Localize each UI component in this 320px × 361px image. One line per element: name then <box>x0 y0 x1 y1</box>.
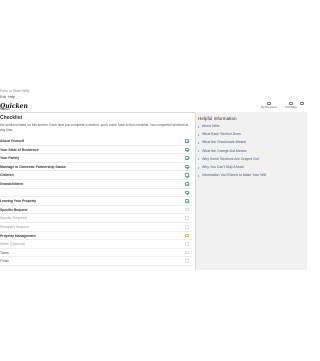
next-icon <box>300 102 304 105</box>
empty-box-icon <box>185 242 189 246</box>
checklist-row[interactable]: Children <box>0 171 192 180</box>
help-panel: Helpful Information About Wills What Each… <box>195 112 307 270</box>
checklist-row-label: Residuary Bequest <box>0 225 29 229</box>
checkmark-icon <box>185 182 189 186</box>
checklist-row[interactable]: Your State of Residence <box>0 146 192 155</box>
checklist-row-label: Finish <box>0 259 10 264</box>
window-title: Form of State Wills <box>0 89 30 93</box>
help-link[interactable]: About Wills <box>198 124 304 131</box>
help-title: Helpful Information <box>198 116 237 121</box>
empty-box-icon <box>185 250 189 255</box>
checkmark-icon <box>185 139 189 143</box>
my-document-button[interactable]: My Document <box>258 102 280 111</box>
triangle-right-icon <box>198 174 199 177</box>
checklist-row-label: Children <box>0 173 14 178</box>
checkmark-icon <box>185 147 189 152</box>
checklist-title: Checklist <box>0 115 23 121</box>
checklist-row-label: Your State of Residence <box>0 147 39 152</box>
help-link-label: What the Orange Dot Means <box>202 148 247 153</box>
checklist-panel: Checklist the sections listed on this sc… <box>0 112 194 270</box>
checklist-row[interactable]: About Yourself <box>0 137 192 146</box>
checklist-row[interactable]: Your Family <box>0 154 192 163</box>
checklist-row-label: Grandchildren <box>0 182 24 186</box>
help-link-label: Why Some Sections Are Grayed Out <box>202 156 259 161</box>
help-link-label: Why You Can't Skip Ahead <box>202 165 244 169</box>
triangle-right-icon <box>198 166 199 169</box>
help-link-label: What Each Section Does <box>202 132 241 137</box>
help-link[interactable]: Why You Can't Skip Ahead <box>198 165 304 172</box>
checklist-row[interactable]: Property Management <box>0 232 192 241</box>
checklist-row-label: Marriage or Domestic Partnership Status <box>0 164 66 169</box>
checklist-row-label: Taxes <box>0 250 9 255</box>
checklist-row[interactable]: Taxes <box>0 249 192 258</box>
checklist-intro: the sections listed on this screen. Each… <box>0 123 189 132</box>
checklist-row[interactable]: Specific Requests <box>0 214 192 223</box>
checklist-row[interactable]: Specific Bequest <box>0 206 192 215</box>
menu-edit[interactable]: Edit <box>0 95 6 99</box>
help-link[interactable]: What the Checkmark Means <box>198 140 304 147</box>
orange-dot-icon <box>185 233 189 238</box>
document-icon <box>267 102 271 105</box>
checklist-row[interactable]: Marriage or Domestic Partnership Status <box>0 163 192 172</box>
help-link-label: About Wills <box>202 124 220 128</box>
checklist-row-label: Leaving Your Property <box>0 199 37 204</box>
checklist-row[interactable]: Leaving Your Property <box>0 197 192 206</box>
checklist-row-label: Your Family <box>0 156 20 161</box>
triangle-right-icon <box>198 133 199 136</box>
triangle-right-icon <box>198 141 199 144</box>
help-link[interactable]: Information You'll Need to Make Your Wil… <box>198 173 304 180</box>
checklist-row[interactable] <box>0 189 192 198</box>
checklist-row-label: About Yourself <box>0 139 24 143</box>
triangle-right-icon <box>198 125 199 128</box>
help-link[interactable]: Why Some Sections Are Grayed Out <box>198 157 304 164</box>
empty-box-icon <box>185 225 189 229</box>
checklist-row[interactable]: Debts (Optional) <box>0 240 192 249</box>
help-link[interactable]: What Each Section Does <box>198 132 304 139</box>
menu-help[interactable]: Help <box>8 95 15 99</box>
triangle-right-icon <box>198 158 199 161</box>
checklist-row[interactable]: Residuary Bequest <box>0 223 192 232</box>
next-button[interactable] <box>298 102 306 111</box>
empty-box-icon <box>185 259 189 263</box>
checkmark-icon <box>185 164 189 169</box>
checkmark-icon <box>185 199 189 203</box>
triangle-right-icon <box>198 150 199 153</box>
checklist-row[interactable]: Finish <box>0 257 192 266</box>
checklist-row-label: Debts (Optional) <box>0 242 25 247</box>
print-icon <box>289 102 293 105</box>
checklist-row-label: Specific Bequest <box>0 207 28 212</box>
checkmark-icon <box>185 173 189 177</box>
checkmark-icon <box>185 190 189 195</box>
empty-box-icon <box>185 216 189 220</box>
checkmark-icon <box>185 156 189 160</box>
checklist-row-label: Property Management <box>0 233 36 238</box>
app-logo-subtitle: WillMaker <box>0 109 11 111</box>
help-link-label: Information You'll Need to Make Your Wil… <box>202 173 266 178</box>
checklist-row-label: Specific Requests <box>0 216 28 221</box>
checklist-row[interactable]: Grandchildren <box>0 180 192 189</box>
help-link-label: What the Checkmark Means <box>202 140 247 145</box>
help-link[interactable]: What the Orange Dot Means <box>198 149 304 156</box>
empty-box-icon <box>185 207 189 212</box>
